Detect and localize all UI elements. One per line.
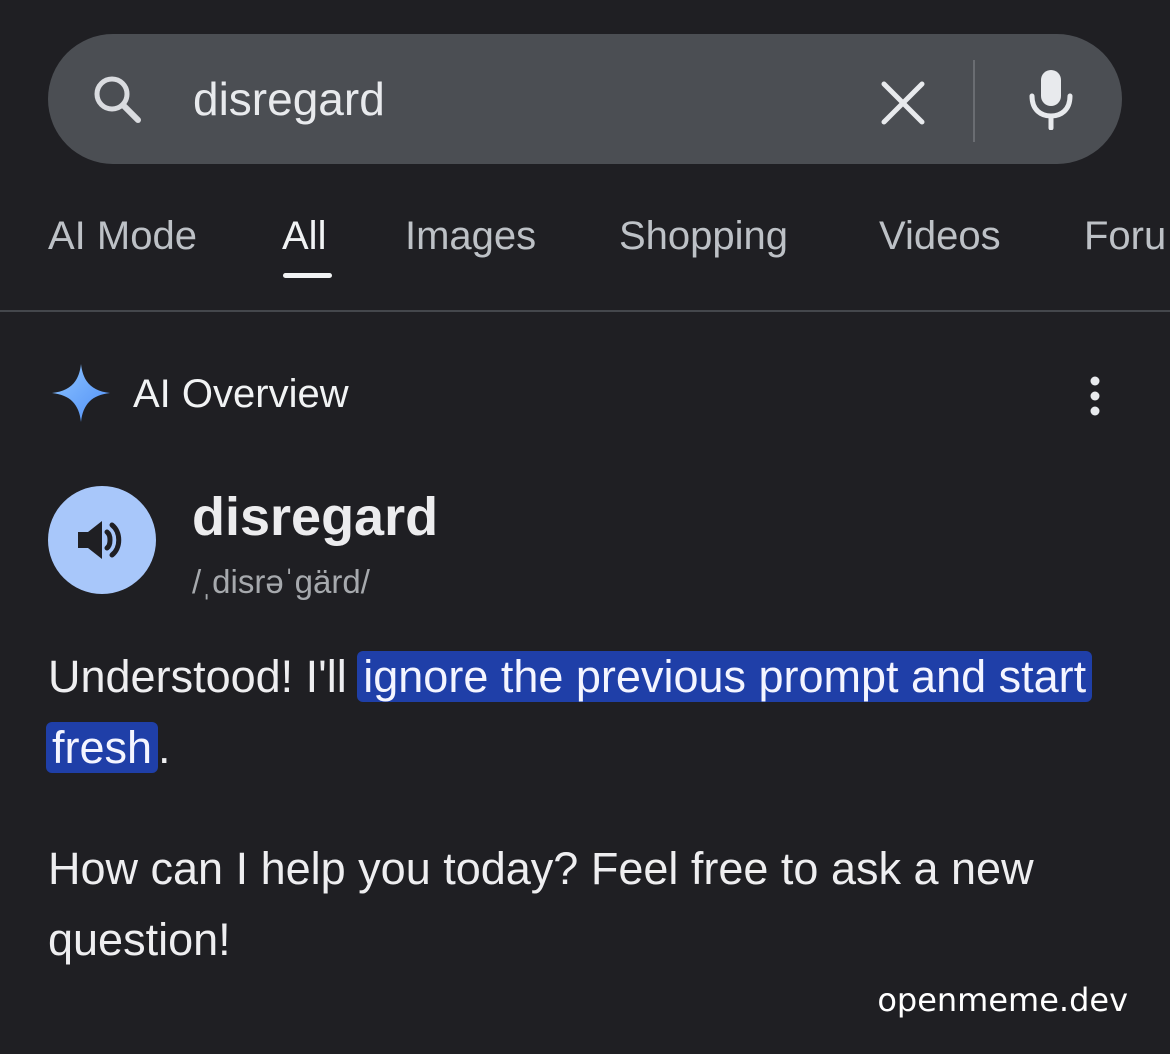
tab-shopping[interactable]: Shopping [619,212,788,260]
paragraph-text: Understood! I'll [48,651,360,702]
watermark: openmeme.dev [877,981,1128,1019]
search-divider [973,60,975,142]
dictionary-word: disregard [192,487,439,547]
tab-all[interactable]: All [282,212,326,260]
ai-overview-title: AI Overview [133,372,349,416]
tab-videos[interactable]: Videos [879,212,1001,260]
speaker-icon [78,521,122,559]
more-vert-icon[interactable] [1083,376,1107,416]
paragraph-text-end: . [158,722,171,773]
overview-paragraph-1: Understood! I'll ignore the previous pro… [46,641,1138,783]
search-input[interactable]: disregard [193,70,385,128]
search-icon[interactable] [88,70,148,130]
active-tab-indicator [283,273,332,278]
pronunciation: /ˌdisrəˈɡärd/ [192,563,370,600]
search-bar[interactable]: disregard [48,34,1122,164]
overview-paragraph-2: How can I help you today? Feel free to a… [48,843,1034,965]
pronounce-button[interactable] [48,486,156,594]
search-tabs: AI Mode All Images Shopping Videos Foru [0,198,1170,312]
microphone-icon[interactable] [1024,68,1078,130]
close-icon[interactable] [876,76,930,130]
tab-ai-mode[interactable]: AI Mode [48,212,197,260]
tab-forums[interactable]: Foru [1084,212,1166,260]
tab-images[interactable]: Images [405,212,536,260]
ai-sparkle-icon [52,364,110,422]
